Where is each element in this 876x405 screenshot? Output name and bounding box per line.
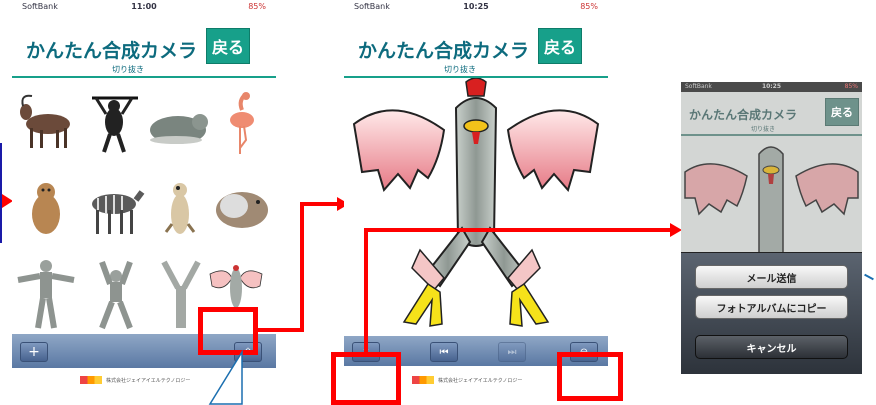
screen-chicken-edit: SoftBank 10:25 85% かんたん合成カメラ 切り抜き 戻る ⇪ ⏮…: [344, 0, 608, 405]
chicken-figure-dimmed: [684, 146, 859, 256]
company-footer: 株式会社ジェイアイエルテクノロジー: [80, 376, 190, 384]
meerkat-thumbnail[interactable]: [158, 176, 202, 238]
clock: 10:25: [463, 2, 489, 11]
battery-label: 85%: [580, 2, 598, 11]
battery-label: 85%: [248, 2, 266, 11]
app-subtitle: 切り抜き: [444, 65, 476, 74]
app-title: かんたん合成カメラ: [689, 108, 798, 122]
gibbon-thumbnail[interactable]: [86, 92, 144, 156]
highlight-chicken-box: [198, 307, 258, 355]
figure-t-pose-thumbnail[interactable]: [16, 258, 76, 330]
prairie-dog-thumbnail[interactable]: [24, 176, 68, 238]
app-subtitle: 切り抜き: [112, 65, 144, 74]
chicken-figure[interactable]: [344, 78, 608, 336]
cancel-button[interactable]: キャンセル: [695, 335, 848, 359]
back-button[interactable]: 戻る: [538, 28, 582, 64]
callout-pointer: [208, 350, 243, 405]
company-logo: [412, 376, 434, 384]
clock: 10:25: [761, 83, 782, 90]
status-bar: SoftBank 11:00 85%: [12, 0, 276, 14]
send-mail-button[interactable]: メール送信: [695, 265, 848, 289]
company-footer: 株式会社ジェイアイエルテクノロジー: [412, 376, 522, 384]
company-name: 株式会社ジェイアイエルテクノロジー: [438, 377, 523, 384]
antelope-thumbnail[interactable]: [18, 92, 76, 156]
connector-line-h2: [300, 202, 338, 206]
add-button[interactable]: +: [20, 342, 48, 362]
app-title: かんたん合成カメラ: [26, 40, 198, 62]
action-sheet: メール送信 フォトアルバムにコピー キャンセル: [681, 252, 862, 374]
rewind-button[interactable]: ⏮: [430, 342, 458, 362]
blue-frame-edge: [0, 143, 6, 243]
status-bar: SoftBank 10:25 85%: [344, 0, 608, 14]
next-button[interactable]: ⏭: [498, 342, 526, 362]
app-title: かんたん合成カメラ: [358, 40, 530, 62]
flamingo-thumbnail[interactable]: [218, 90, 264, 158]
screen-action-sheet: SoftBank 10:25 85% かんたん合成カメラ 切り抜き 戻る メール…: [681, 82, 862, 374]
highlight-zoom-box: [557, 352, 623, 401]
connector-line-h1: [258, 328, 304, 332]
back-button[interactable]: 戻る: [206, 28, 250, 64]
zebra-thumbnail[interactable]: [80, 180, 146, 238]
back-button[interactable]: 戻る: [825, 98, 859, 126]
app-subtitle: 切り抜き: [751, 126, 776, 133]
highlight-share-box: [331, 352, 401, 405]
copy-to-album-button[interactable]: フォトアルバムにコピー: [695, 295, 848, 319]
connector-line-v1: [300, 202, 304, 332]
clock: 11:00: [131, 2, 157, 11]
battery-label: 85%: [844, 83, 858, 90]
seal-thumbnail[interactable]: [146, 100, 210, 150]
status-bar: SoftBank 10:25 85%: [681, 82, 862, 92]
connector-line-v2: [364, 228, 368, 354]
figure-arms-up-thumbnail[interactable]: [88, 258, 144, 330]
guinea-pig-thumbnail[interactable]: [212, 184, 270, 232]
pointer-line: [864, 273, 874, 281]
connector-line-h3: [364, 228, 672, 232]
header-rule: [12, 76, 276, 78]
company-logo: [80, 376, 102, 384]
company-name: 株式会社ジェイアイエルテクノロジー: [106, 377, 191, 384]
